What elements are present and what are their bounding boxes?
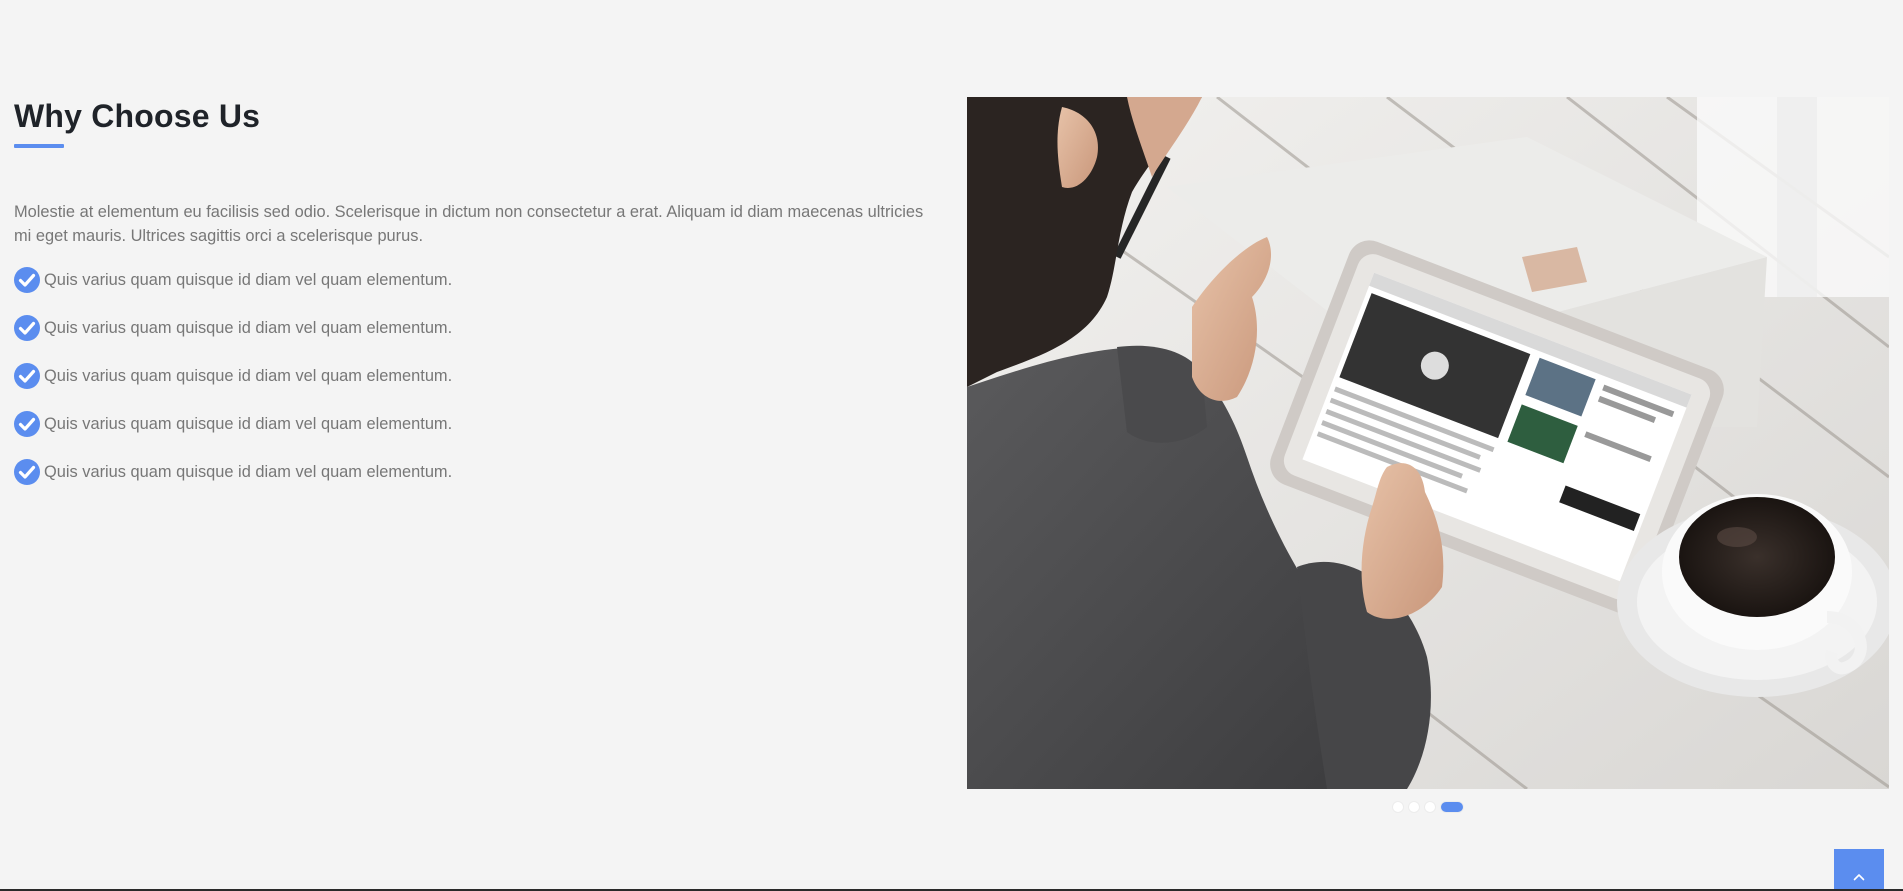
title-underline: [14, 144, 64, 148]
feature-item: Quis varius quam quisque id diam vel qua…: [14, 459, 934, 485]
feature-list: Quis varius quam quisque id diam vel qua…: [14, 267, 934, 485]
check-circle-icon: [14, 267, 40, 293]
back-to-top-button[interactable]: [1834, 849, 1884, 891]
why-choose-us-section: Why Choose Us Molestie at elementum eu f…: [14, 96, 934, 508]
feature-item: Quis varius quam quisque id diam vel qua…: [14, 363, 934, 389]
check-circle-icon: [14, 411, 40, 437]
feature-text: Quis varius quam quisque id diam vel qua…: [44, 367, 453, 385]
carousel-dot-1[interactable]: [1393, 802, 1403, 812]
carousel-pagination: [1393, 802, 1463, 812]
check-circle-icon: [14, 315, 40, 341]
chevron-up-icon: [1853, 874, 1865, 881]
feature-item: Quis varius quam quisque id diam vel qua…: [14, 267, 934, 293]
check-circle-icon: [14, 459, 40, 485]
section-title: Why Choose Us: [14, 98, 261, 134]
section-intro: Molestie at elementum eu facilisis sed o…: [14, 203, 924, 245]
carousel-dot-4-active[interactable]: [1441, 802, 1463, 812]
check-circle-icon: [14, 363, 40, 389]
feature-text: Quis varius quam quisque id diam vel qua…: [44, 415, 453, 433]
tablet-coffee-photo: [967, 97, 1889, 789]
feature-text: Quis varius quam quisque id diam vel qua…: [44, 319, 453, 337]
page: Why Choose Us Molestie at elementum eu f…: [0, 0, 1903, 891]
carousel-dot-3[interactable]: [1425, 802, 1435, 812]
carousel-dot-2[interactable]: [1409, 802, 1419, 812]
carousel-slide-image[interactable]: [967, 97, 1889, 789]
feature-text: Quis varius quam quisque id diam vel qua…: [44, 463, 453, 481]
feature-item: Quis varius quam quisque id diam vel qua…: [14, 411, 934, 437]
feature-text: Quis varius quam quisque id diam vel qua…: [44, 271, 453, 289]
feature-item: Quis varius quam quisque id diam vel qua…: [14, 315, 934, 341]
